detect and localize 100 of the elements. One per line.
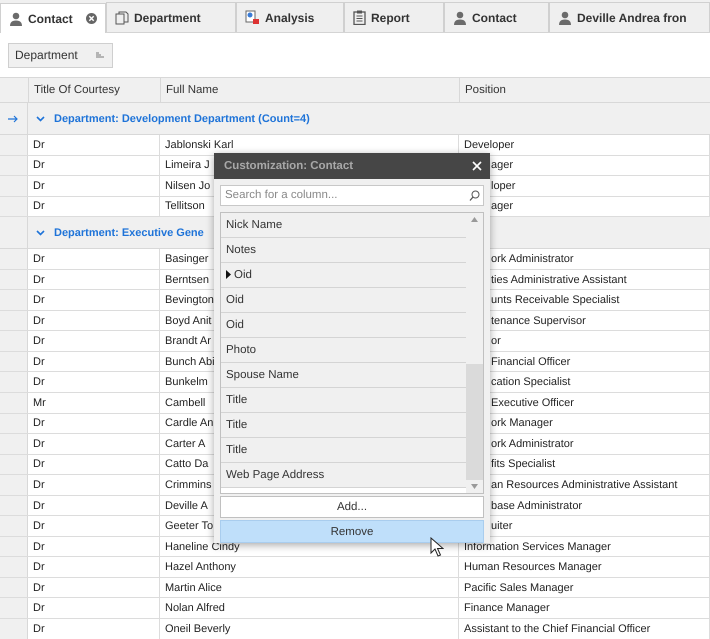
tab-label: Contact [472, 10, 517, 24]
person-icon [558, 10, 572, 24]
table-cell: Assistant to the Chief Financial Officer [464, 622, 650, 635]
scroll-up-icon[interactable] [471, 216, 478, 222]
table-cell: Oneil Beverly [160, 619, 459, 639]
table-cell: ork Administrator [491, 438, 574, 450]
table-cell: Dr [28, 331, 160, 351]
table-cell: Dr [28, 434, 160, 454]
column-list-item[interactable]: Web Page Address [221, 462, 466, 488]
dialog-button[interactable]: Remove [220, 520, 484, 543]
table-cell: Dr [28, 557, 160, 577]
column-list-item[interactable]: Oid [221, 312, 466, 338]
table-cell: Dr [28, 310, 160, 330]
tab-label: Department [134, 10, 201, 24]
column-header[interactable]: Full Name [160, 78, 459, 102]
tab[interactable]: Deville Andrea fron [549, 2, 710, 32]
table-cell: ties Administrative Assistant [491, 274, 627, 286]
scrollbar[interactable] [466, 212, 483, 494]
column-header[interactable]: Position [459, 78, 710, 102]
tab[interactable]: Contact [444, 2, 549, 32]
chevron-down-icon[interactable] [36, 230, 45, 236]
column-list-item[interactable]: Spouse Name [221, 362, 466, 388]
table-cell: Dr [28, 290, 160, 310]
table-cell: Mr [28, 393, 160, 413]
table-cell: cation Specialist [491, 376, 570, 388]
table-cell: Developer [464, 138, 514, 151]
table-cell: Dr [28, 578, 160, 598]
table-cell: Dr [28, 156, 160, 176]
tab-label: Contact [28, 12, 73, 26]
table-cell: Dr [28, 619, 160, 639]
table-cell: Dr [28, 135, 160, 155]
tab[interactable]: Analysis [236, 2, 344, 32]
search-icon [469, 190, 480, 201]
scroll-down-icon[interactable] [471, 484, 478, 490]
column-list-item[interactable]: Title [221, 388, 466, 413]
table-cell: Dr [28, 196, 160, 216]
clipboard-icon [353, 10, 366, 25]
cursor-icon [430, 537, 444, 557]
scrollbar-thumb[interactable] [466, 364, 483, 480]
table-cell: Executive Officer [491, 396, 574, 409]
table-cell: Nolan Alfred [160, 598, 459, 618]
table-cell: Dr [28, 496, 160, 516]
table-cell: Dr [28, 352, 160, 372]
table-cell: unts Receivable Specialist [491, 294, 620, 306]
table-cell: ork Manager [491, 417, 553, 430]
tab-label: Deville Andrea fron [577, 10, 687, 24]
table-cell: an Resources Administrative Assistant [491, 478, 678, 491]
group-row-label: Department: Development Department (Count=4) [54, 112, 310, 124]
column-list-item[interactable]: Title [221, 412, 466, 438]
table-cell: ager [491, 159, 514, 172]
table-cell: ager [491, 200, 514, 212]
column-list-item[interactable]: Photo [221, 338, 466, 363]
copy-icon [115, 10, 129, 24]
tab[interactable]: Report [344, 2, 444, 32]
table-cell: or [491, 335, 501, 348]
column-list-item[interactable]: Oid [221, 262, 466, 288]
tab-label: Analysis [265, 10, 314, 24]
chevron-down-icon[interactable] [36, 116, 45, 122]
table-cell: Information Services Manager [464, 540, 611, 553]
person-icon [9, 12, 23, 26]
table-cell: Martin Alice [160, 578, 459, 598]
table-cell: Dr [28, 475, 160, 495]
dialog-button[interactable]: Add... [220, 496, 484, 518]
table-cell: Financial Officer [491, 356, 570, 368]
column-list-item[interactable]: Oid [221, 288, 466, 313]
tab-label: Report [371, 10, 410, 24]
chart-icon [245, 10, 260, 25]
table-cell: Dr [28, 249, 160, 269]
search-field[interactable]: Search for a column... [220, 184, 484, 206]
column-list-item[interactable]: Title [221, 438, 466, 463]
table-cell: Pacific Sales Manager [464, 582, 574, 594]
tab[interactable]: Contact [0, 3, 106, 33]
table-cell: Hazel Anthony [160, 557, 459, 577]
group-column-button[interactable]: Department [8, 42, 113, 68]
table-cell: ork Administrator [491, 252, 574, 265]
table-cell: fits Specialist [491, 458, 556, 470]
dialog-title: Customization: Contact [224, 160, 354, 172]
table-cell: Dr [28, 372, 160, 392]
column-list-item[interactable]: Nick Name [221, 212, 466, 238]
close-icon[interactable] [86, 13, 97, 24]
table-cell: Dr [28, 598, 160, 618]
table-cell: Dr [28, 270, 160, 290]
table-cell: Dr [28, 536, 160, 556]
column-header[interactable]: Title Of Courtesy [28, 78, 160, 102]
table-cell: tenance Supervisor [491, 314, 586, 327]
table-cell: Dr [28, 414, 160, 434]
close-icon[interactable] [472, 160, 482, 171]
group-row-label: Department: Executive Gene [54, 226, 204, 239]
table-cell: Human Resources Manager [464, 561, 602, 574]
tab[interactable]: Department [106, 2, 236, 32]
person-icon [453, 10, 467, 24]
table-cell: Dr [28, 454, 160, 474]
table-cell: Finance Manager [464, 602, 550, 614]
sort-icon [96, 52, 104, 58]
table-cell: base Administrator [491, 500, 582, 512]
table-cell: uiter [491, 520, 512, 532]
table-cell: Dr [28, 176, 160, 196]
table-cell: loper [491, 180, 516, 192]
column-list-item[interactable]: Notes [221, 238, 466, 263]
table-cell: Dr [28, 516, 160, 536]
